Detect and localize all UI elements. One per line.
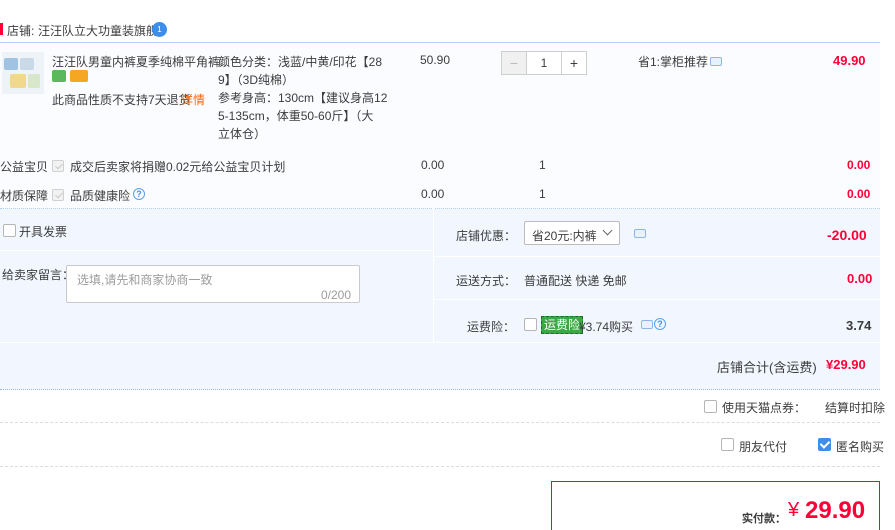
- discount-message-icon[interactable]: [634, 229, 646, 238]
- panel-vertical-divider: [433, 208, 434, 342]
- product-thumbnail[interactable]: [2, 52, 44, 94]
- message-placeholder: 选填,请先和商家协商一致: [77, 273, 213, 287]
- invoice-checkbox[interactable]: [3, 224, 16, 237]
- shop-label: 店铺:: [7, 24, 35, 38]
- discount-select[interactable]: 省20元:内裤: [524, 221, 620, 245]
- service-total: 0.00: [847, 158, 871, 172]
- thumb-shape-3: [10, 74, 26, 88]
- unit-price: 50.90: [420, 53, 451, 67]
- service-total: 0.00: [847, 187, 871, 201]
- service-category: 公益宝贝: [0, 160, 49, 174]
- shipping-method: 普通配送 快递 免邮: [524, 274, 627, 288]
- service-category: 材质保障: [0, 189, 49, 203]
- increase-button[interactable]: +: [562, 52, 586, 74]
- message-counter: 0/200: [321, 288, 352, 302]
- right-panel-divider: [434, 256, 880, 257]
- promotion-text: 省1:掌柜推荐: [638, 55, 709, 69]
- shipping-label: 运送方式：: [456, 274, 517, 288]
- payment-label: 实付款：: [742, 513, 786, 525]
- quality-insurance-checkbox: [52, 189, 64, 201]
- shipping-amount: 0.00: [847, 271, 873, 286]
- payment-summary-box: 实付款： ¥ 29.90: [551, 481, 880, 530]
- freight-insurance-checkbox[interactable]: [524, 318, 537, 331]
- sku-line: 立体仓）: [218, 127, 267, 141]
- freight-insurance-amount: 3.74: [846, 318, 872, 333]
- coupon-checkbox[interactable]: [704, 400, 717, 413]
- service-desc: 成交后卖家将捐赠0.02元给公益宝贝计划: [70, 160, 286, 174]
- service-desc: 品质健康险: [70, 189, 131, 203]
- chevron-down-icon: [602, 225, 613, 236]
- row-divider: [0, 422, 880, 424]
- help-icon[interactable]: ?: [133, 188, 145, 200]
- sku-line: 5-135cm，体重50-60斤】（大: [218, 109, 374, 123]
- row-divider: [0, 466, 880, 468]
- seller-message-textarea[interactable]: 选填,请先和商家协商一致 0/200: [66, 265, 360, 303]
- anonymous-label: 匿名购买: [836, 440, 885, 454]
- charity-checkbox: [52, 160, 64, 172]
- freight-insurance-badge: 运费险: [541, 316, 584, 334]
- freight-message-icon[interactable]: [641, 320, 653, 329]
- friend-pay-label: 朋友代付: [739, 440, 788, 454]
- item-subtotal: 49.90: [833, 53, 866, 68]
- shop-marker: [0, 23, 3, 35]
- payment-currency: ¥: [788, 499, 800, 521]
- freight-help-icon[interactable]: ?: [654, 318, 666, 330]
- service-qty: 1: [539, 158, 546, 172]
- shop-total-label: 店铺合计(含运费): [717, 360, 817, 375]
- payment-amount: 29.90: [805, 497, 866, 524]
- right-panel-divider: [434, 299, 880, 300]
- return-policy-notice: 此商品性质不支持7天退货: [52, 93, 191, 107]
- chat-badge: 1: [157, 25, 162, 34]
- sku-line: 参考身高：130cm【建议身高12: [218, 91, 388, 105]
- friend-pay-checkbox[interactable]: [721, 438, 734, 451]
- wangwang-chat-icon[interactable]: 1: [152, 22, 167, 37]
- details-link[interactable]: 详情: [181, 91, 205, 108]
- coupon-status: 结算时扣除: [825, 401, 886, 415]
- card-pay-tag-icon: [70, 70, 88, 82]
- promotion-message-icon[interactable]: [710, 57, 722, 66]
- guarantee-tag-icon: [52, 70, 66, 82]
- thumb-shape-2: [20, 58, 34, 70]
- product-title-link[interactable]: 汪汪队男童内裤夏季纯棉平角裤...: [52, 53, 230, 70]
- sku-info: 颜色分类：浅蓝/中黄/印花【28 9】（3D纯棉） 参考身高：130cm【建议身…: [218, 53, 387, 143]
- panel-bottom-divider: [0, 342, 880, 343]
- quantity-stepper: − 1 +: [501, 51, 587, 75]
- invoice-label: 开具发票: [19, 225, 68, 239]
- shop-name-link[interactable]: 汪汪队立大功童装旗舰: [38, 22, 158, 39]
- quantity-input[interactable]: 1: [526, 52, 562, 74]
- left-panel-divider: [0, 250, 433, 251]
- service-qty: 1: [539, 187, 546, 201]
- discount-selected: 省20元:内裤: [532, 229, 597, 243]
- freight-insurance-label: 运费险：: [467, 320, 516, 334]
- coupon-label: 使用天猫点券：: [722, 401, 807, 415]
- service-price: 0.00: [421, 187, 445, 201]
- discount-amount: -20.00: [827, 227, 867, 243]
- thumb-shape-4: [28, 74, 40, 88]
- anonymous-checkbox[interactable]: [818, 438, 831, 451]
- decrease-button[interactable]: −: [502, 52, 526, 74]
- shop-total-amount: ¥29.90: [826, 357, 866, 372]
- discount-label: 店铺优惠：: [456, 229, 517, 243]
- service-price: 0.00: [421, 158, 445, 172]
- thumb-shape-1: [4, 58, 18, 70]
- sku-line: 9】（3D纯棉）: [218, 73, 295, 87]
- sku-line: 颜色分类：浅蓝/中黄/印花【28: [218, 55, 383, 69]
- message-label: 给卖家留言：: [2, 268, 75, 282]
- freight-insurance-price: ¥3.74购买: [579, 320, 634, 334]
